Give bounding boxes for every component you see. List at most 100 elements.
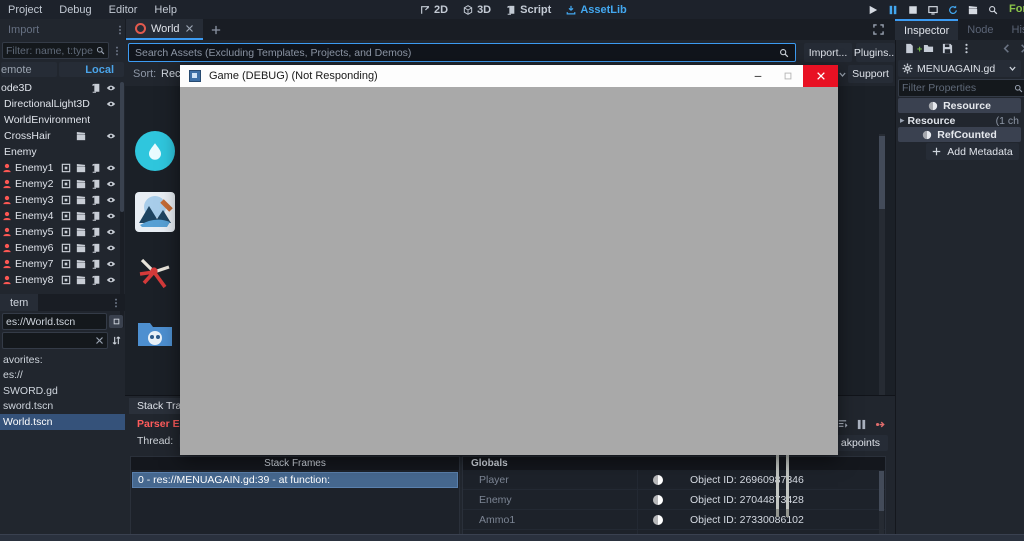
history-back-button[interactable] [1001, 43, 1012, 57]
pause-debug-button[interactable] [856, 419, 867, 433]
movie-maker-button[interactable] [968, 5, 978, 15]
tab-inspector[interactable]: Inspector [895, 19, 959, 40]
section-refcounted[interactable]: RefCounted [898, 127, 1021, 142]
workspace-2d[interactable]: 2D [420, 4, 448, 16]
scene-tree-item[interactable]: CrossHair [0, 128, 125, 144]
stack-frame-row[interactable]: 0 - res://MENUAGAIN.gd:39 - at function: [132, 472, 458, 488]
section-resource[interactable]: Resource [898, 98, 1021, 113]
local-button[interactable]: Local [58, 62, 124, 77]
new-scene-icon[interactable] [211, 25, 221, 35]
asset-import-button[interactable]: Import... [804, 43, 852, 62]
minimize-button[interactable] [743, 65, 773, 87]
window-titlebar[interactable]: Game (DEBUG) (Not Responding) [180, 65, 838, 87]
close-button[interactable] [803, 65, 838, 87]
property-filter-field[interactable] [898, 79, 1024, 97]
menu-project[interactable]: Project [8, 4, 42, 16]
asset-plugins-button[interactable]: Plugins... [854, 43, 897, 62]
file-item[interactable]: es:// [0, 368, 125, 384]
water-asset-thumbnail[interactable] [135, 131, 175, 171]
menu-help[interactable]: Help [154, 4, 177, 16]
resource-expand-row[interactable]: ▸ Resource (1 ch [900, 114, 1019, 127]
tab-node[interactable]: Node [958, 19, 1002, 40]
globals-panel: Globals Player Object ID: 26960987346 Enem… [462, 456, 886, 541]
file-sort-icon[interactable] [111, 335, 122, 346]
stop-button[interactable] [908, 5, 918, 15]
game-debug-window[interactable]: Game (DEBUG) (Not Responding) [180, 65, 838, 455]
continue-debug-button[interactable] [875, 419, 886, 433]
remote-button[interactable]: emote [1, 62, 57, 77]
filesystem-tab[interactable]: tem [0, 294, 39, 311]
right-dock-tabs: InspectorNodeHistory [895, 19, 1024, 40]
scene-tab-world[interactable]: World [126, 19, 203, 40]
workspace-3d[interactable]: 3D [463, 4, 491, 16]
close-tab-icon[interactable] [185, 24, 194, 33]
scene-tree-item[interactable]: DirectionalLight3D [0, 96, 125, 112]
scene-dock-menu-icon[interactable] [112, 46, 122, 56]
play-button[interactable] [868, 5, 878, 15]
scene-tree-item[interactable]: Enemy [0, 144, 125, 160]
filesystem-filter-input[interactable] [6, 334, 92, 347]
grid-icon [61, 195, 71, 205]
reload-button[interactable] [948, 5, 958, 15]
filesystem-filter-field[interactable] [2, 332, 108, 349]
remote-debug-button[interactable] [928, 5, 938, 15]
clear-filter-icon[interactable] [95, 336, 104, 345]
file-item[interactable]: World.tscn [0, 414, 125, 430]
asset-search-input[interactable] [129, 46, 779, 59]
toggle-split-button[interactable] [109, 315, 123, 328]
spark-asset-thumbnail[interactable] [135, 253, 175, 293]
scene-tree-item[interactable]: WorldEnvironment [0, 112, 125, 128]
save-resource-button[interactable] [942, 43, 953, 57]
property-filter-input[interactable] [902, 82, 1011, 94]
more-options-button[interactable] [961, 43, 972, 57]
pause-button[interactable] [888, 5, 898, 15]
add-metadata-button[interactable]: Add Metadata [926, 143, 1019, 160]
scene-filter-input[interactable] [6, 44, 93, 57]
scene-filter-field[interactable] [2, 42, 109, 59]
scene-tree-item[interactable]: Enemy7 [0, 256, 125, 272]
instance-options-button[interactable] [988, 5, 998, 15]
global-row[interactable]: Enemy Object ID: 27044873428 [463, 490, 885, 510]
filesystem-menu-icon[interactable] [111, 298, 121, 308]
global-row[interactable]: Player Object ID: 26960987346 [463, 470, 885, 490]
step-into-button[interactable] [837, 419, 848, 433]
menu-debug[interactable]: Debug [59, 4, 91, 16]
scene-tree-item[interactable]: Enemy1 [0, 160, 125, 176]
scene-tree-item[interactable]: Enemy3 [0, 192, 125, 208]
scene-tree-item[interactable]: Enemy4 [0, 208, 125, 224]
renderer-label[interactable]: Forwa [1009, 3, 1024, 15]
filesystem-path-field[interactable] [2, 313, 107, 330]
terrain-brush-asset-thumbnail[interactable] [135, 192, 175, 232]
globals-scrollbar[interactable] [879, 471, 884, 541]
scene-tree-scrollbar[interactable] [120, 82, 124, 328]
menu-editor[interactable]: Editor [109, 4, 138, 16]
assetlib-scrollbar[interactable] [879, 134, 885, 439]
script-icon [91, 195, 101, 205]
file-item[interactable]: SWORD.gd [0, 383, 125, 399]
distraction-free-icon[interactable] [873, 24, 884, 35]
godot-folder-asset-thumbnail[interactable] [135, 314, 175, 354]
file-item[interactable]: avorites: [0, 352, 125, 368]
scene-tree-item[interactable]: ode3D [0, 80, 125, 96]
edited-resource-row[interactable]: MENUAGAIN.gd [898, 60, 1021, 77]
maximize-button[interactable] [773, 65, 803, 87]
workspace-assetlib[interactable]: AssetLib [566, 4, 627, 16]
scene-tree-item[interactable]: Enemy2 [0, 176, 125, 192]
scene-tree-item[interactable]: Enemy5 [0, 224, 125, 240]
global-row[interactable]: Ammo1 Object ID: 27330086102 [463, 510, 885, 530]
asset-search-field[interactable] [128, 43, 796, 62]
workspace-script[interactable]: Script [506, 4, 551, 16]
dock-menu-icon[interactable] [115, 25, 125, 35]
load-resource-button[interactable] [923, 43, 934, 57]
new-resource-button[interactable]: + [904, 43, 922, 57]
chevron-down-icon[interactable] [1008, 64, 1017, 73]
scene-tree-item[interactable]: Enemy8 [0, 272, 125, 288]
category-chevron-icon[interactable] [838, 70, 847, 79]
tab-history[interactable]: History [1003, 19, 1024, 40]
scene-tree-item[interactable]: Enemy6 [0, 240, 125, 256]
support-button[interactable]: Support [848, 65, 893, 83]
file-item[interactable]: sword.tscn [0, 399, 125, 415]
filesystem-path-input[interactable] [6, 315, 103, 328]
import-dock-tab[interactable]: Import [0, 19, 125, 40]
history-forward-button[interactable] [1018, 43, 1024, 57]
